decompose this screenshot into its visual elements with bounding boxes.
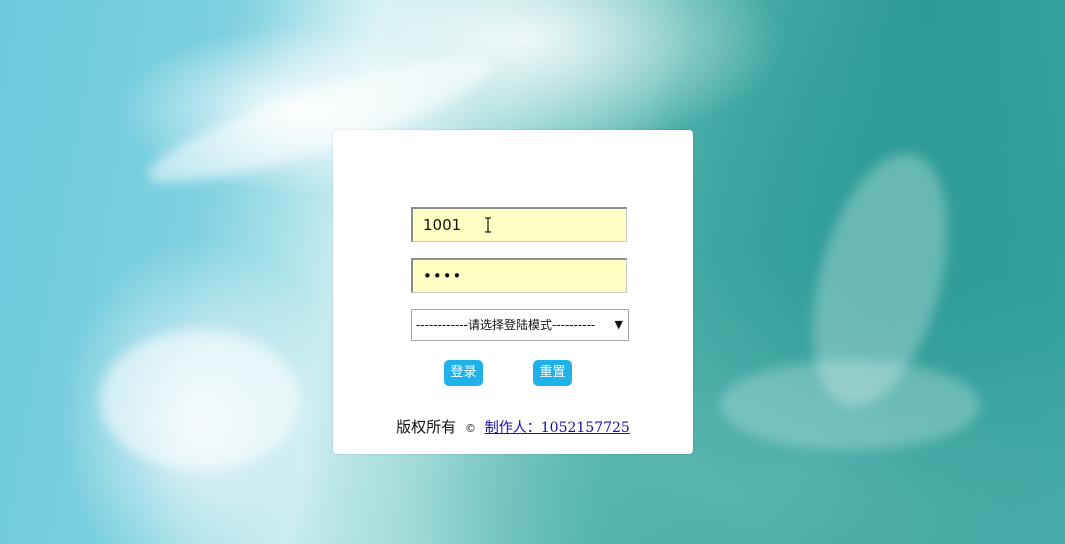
wave-foam — [100, 330, 300, 470]
username-input[interactable] — [411, 207, 627, 242]
footer: 版权所有 © 制作人：1052157725 — [333, 416, 693, 437]
reset-button[interactable]: 重置 — [533, 360, 572, 386]
password-input[interactable] — [411, 258, 627, 293]
rights-text: 版权所有 — [396, 418, 457, 436]
copyright-symbol: © — [464, 422, 476, 435]
login-mode-selected: ------------请选择登陆模式---------- — [416, 318, 596, 332]
login-panel: ------------请选择登陆模式---------- ▼ 登录 重置 版权… — [333, 130, 693, 454]
text-cursor-icon — [485, 217, 491, 233]
wave-foam — [720, 360, 980, 450]
login-mode-select[interactable]: ------------请选择登陆模式---------- ▼ — [411, 309, 629, 341]
author-link[interactable]: 制作人：1052157725 — [485, 420, 630, 436]
login-button[interactable]: 登录 — [444, 360, 483, 386]
chevron-down-icon: ▼ — [614, 318, 623, 331]
